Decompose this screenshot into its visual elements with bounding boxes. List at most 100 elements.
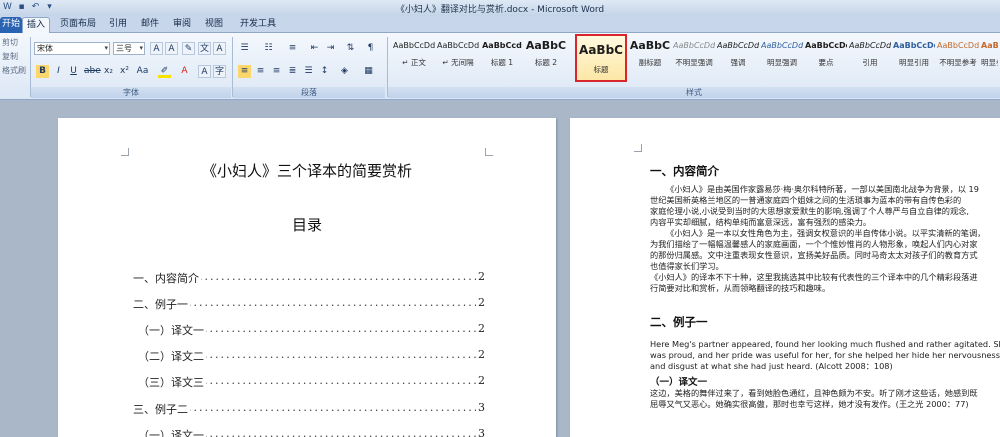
line-spacing-icon[interactable]: ↕ xyxy=(318,65,331,78)
tab-mailings[interactable]: 邮件 xyxy=(136,17,164,33)
body-line: 为我们描绘了一幅幅温馨感人的家庭画面，一个个惟妙惟肖的人物形象，唤起人们内心对家 xyxy=(650,239,978,249)
toc-heading: 目录 xyxy=(291,216,322,234)
multilevel-list-icon[interactable]: ≡ xyxy=(286,42,299,55)
style-subtle-reference[interactable]: AaBbCcDd 不明显参考 xyxy=(937,35,979,71)
increase-indent-icon[interactable]: ⇥ xyxy=(324,42,337,55)
toc-page: 2 xyxy=(476,270,485,283)
toc-entry[interactable]: ........................................… xyxy=(133,270,485,284)
body-line: and disgust at what she had just heard. … xyxy=(650,361,893,371)
toc-entry[interactable]: ........................................… xyxy=(138,374,485,388)
style-quote[interactable]: AaBbCcDd 引用 xyxy=(849,35,891,71)
align-center-icon[interactable]: ≡ xyxy=(254,65,267,78)
toc-entry[interactable]: ........................................… xyxy=(133,296,485,310)
style-heading-1[interactable]: AaBbCcd 标题 1 xyxy=(481,35,523,71)
style-normal[interactable]: AaBbCcDd ↵ 正文 xyxy=(393,35,435,71)
format-painter-button[interactable]: 格式刷 xyxy=(2,65,26,76)
italic-button[interactable]: I xyxy=(52,65,65,78)
body-line: was proud, and her pride was useful for … xyxy=(650,350,1000,360)
style-intense-quote[interactable]: AaBbCcDd 明显引用 xyxy=(893,35,935,71)
page-left[interactable]: 《小妇人》三个译本的简要赏析 目录 ......................… xyxy=(58,118,556,437)
tab-review[interactable]: 审阅 xyxy=(168,17,196,33)
style-name: 明显强调 xyxy=(767,58,797,67)
crop-mark xyxy=(634,144,642,152)
toc-entry[interactable]: ........................................… xyxy=(138,348,485,362)
show-marks-icon[interactable]: ¶ xyxy=(364,42,377,55)
ribbon-tabs: 开始 插入 页面布局 引用 邮件 审阅 视图 开发工具 xyxy=(0,16,1000,33)
style-sample: AaBbCcDd xyxy=(805,41,847,50)
superscript-button[interactable]: x² xyxy=(118,65,131,78)
style-intense-emphasis[interactable]: AaBbCcDd 明显强调 xyxy=(761,35,803,71)
paragraph-group-label: 段落 xyxy=(233,87,385,98)
title-bar: W ▪ ↶ ▾ 《小妇人》翻译对比与赏析.docx - Microsoft Wo… xyxy=(0,0,1000,16)
phonetic-guide-icon[interactable]: 文 xyxy=(198,42,211,55)
tab-layout[interactable]: 页面布局 xyxy=(56,17,100,33)
style-sample: AaBbC xyxy=(525,39,567,52)
window-title: 《小妇人》翻译对比与赏析.docx - Microsoft Word xyxy=(395,5,605,15)
justify-icon[interactable]: ≣ xyxy=(286,65,299,78)
numbering-icon[interactable]: ☷ xyxy=(262,42,275,55)
clear-format-icon[interactable]: ✎ xyxy=(182,42,195,55)
shrink-font-icon[interactable]: A xyxy=(165,42,178,55)
strikethrough-button[interactable]: abe xyxy=(84,65,101,78)
style-name: ↵ 正文 xyxy=(402,58,426,67)
align-left-icon[interactable]: ≡ xyxy=(238,65,251,78)
style-intense-reference[interactable]: AaBbCcDd 明显参考 xyxy=(981,35,998,71)
toc-page: 3 xyxy=(476,427,485,437)
body-line: 《小妇人》的译本不下十种，这里我挑选其中比较有代表性的三个译本中的几个精彩段落进 xyxy=(650,272,978,282)
tab-insert[interactable]: 插入 xyxy=(22,17,50,33)
page-right[interactable]: 一、内容简介 《小妇人》是由美国作家露易莎·梅·奥尔科特所著，一部以美国南北战争… xyxy=(570,118,1000,437)
font-color-icon[interactable]: A xyxy=(178,65,191,78)
decrease-indent-icon[interactable]: ⇤ xyxy=(308,42,321,55)
sort-icon[interactable]: ⇅ xyxy=(344,42,357,55)
font-family-select[interactable]: 宋体 ▾ xyxy=(34,42,110,55)
style-name: 明显参考 xyxy=(981,58,998,67)
grow-font-icon[interactable]: A xyxy=(150,42,163,55)
tab-home[interactable]: 开始 xyxy=(0,17,22,33)
toc-page: 2 xyxy=(476,374,485,387)
enclosed-char-icon[interactable]: 字 xyxy=(213,65,226,78)
style-sample: AaBbC xyxy=(629,39,671,52)
char-border-icon[interactable]: A xyxy=(213,42,226,55)
bold-button[interactable]: B xyxy=(36,65,49,78)
char-shading-icon[interactable]: A xyxy=(198,65,211,78)
style-sample: AaBbCcDd xyxy=(717,41,759,50)
style-no-spacing[interactable]: AaBbCcDd ↵ 无间隔 xyxy=(437,35,479,71)
document-area[interactable]: 《小妇人》三个译本的简要赏析 目录 ......................… xyxy=(0,100,1000,437)
toc-entry[interactable]: ........................................… xyxy=(133,401,485,415)
styles-gallery: AaBbCcDd ↵ 正文 AaBbCcDd ↵ 无间隔 AaBbCcd 标题 1 A… xyxy=(393,34,998,86)
tab-references[interactable]: 引用 xyxy=(104,17,132,33)
change-case-icon[interactable]: Aa xyxy=(136,65,149,78)
font-size-value: 三号 xyxy=(116,44,132,53)
style-name: 不明显参考 xyxy=(939,58,977,67)
tab-view[interactable]: 视图 xyxy=(200,17,228,33)
style-subtitle[interactable]: AaBbC 副标题 xyxy=(629,35,671,71)
style-emphasis[interactable]: AaBbCcDd 强调 xyxy=(717,35,759,71)
borders-icon[interactable]: ▦ xyxy=(362,65,375,78)
cut-button[interactable]: 剪切 xyxy=(2,37,18,48)
toc-entry[interactable]: ........................................… xyxy=(138,322,485,336)
toc-entry[interactable]: ........................................… xyxy=(138,427,485,437)
style-name: 不明显强调 xyxy=(675,58,713,67)
font-group-label: 字体 xyxy=(31,87,231,98)
underline-button[interactable]: U xyxy=(67,65,80,78)
tab-developer[interactable]: 开发工具 xyxy=(236,17,280,33)
highlight-icon[interactable]: ✐ xyxy=(158,65,171,78)
body-line: 内容平实却细腻，结构单纯而富意深远，富有强烈的感染力。 xyxy=(650,217,872,227)
style-subtle-emphasis[interactable]: AaBbCcDd 不明显强调 xyxy=(673,35,715,71)
body-line: Here Meg's partner appeared, found her l… xyxy=(650,339,1000,349)
bullets-icon[interactable]: ☰ xyxy=(238,42,251,55)
subscript-button[interactable]: x₂ xyxy=(102,65,115,78)
style-title[interactable]: AaBbC 标题 xyxy=(575,34,627,82)
style-heading-2[interactable]: AaBbC 标题 2 xyxy=(525,35,567,71)
toc-label: 一、内容简介 xyxy=(133,270,201,284)
copy-button[interactable]: 复制 xyxy=(2,51,18,62)
align-right-icon[interactable]: ≡ xyxy=(270,65,283,78)
style-name: ↵ 无间隔 xyxy=(442,58,474,67)
body-line: 世纪美国新英格兰地区的一普通家庭四个姐妹之间的生活琐事为蓝本的带有自传色彩的 xyxy=(650,195,962,205)
style-name: 标题 1 xyxy=(490,58,514,67)
distributed-icon[interactable]: ☰ xyxy=(302,65,315,78)
style-strong[interactable]: AaBbCcDd 要点 xyxy=(805,35,847,71)
font-size-select[interactable]: 三号 ▾ xyxy=(113,42,145,55)
style-sample: AaBbCcDd xyxy=(893,41,935,50)
shading-icon[interactable]: ◈ xyxy=(338,65,351,78)
